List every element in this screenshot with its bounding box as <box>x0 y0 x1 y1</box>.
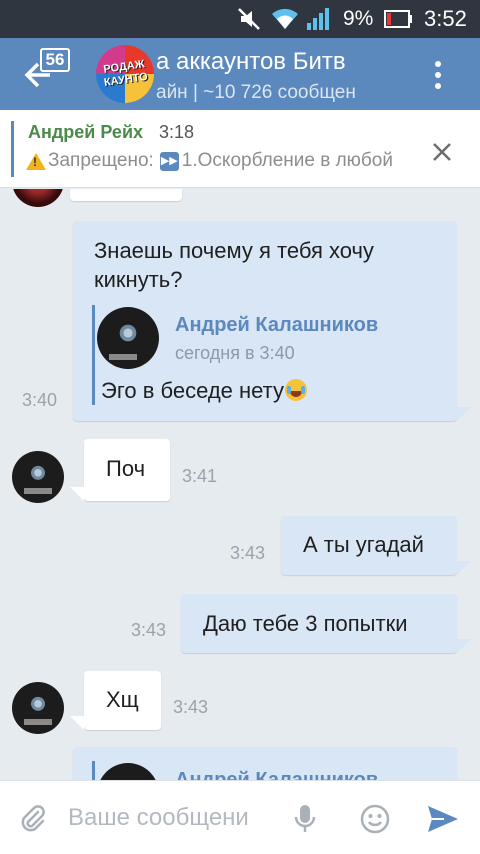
forward-avatar[interactable] <box>97 763 159 780</box>
forward-author[interactable]: Андрей Калашников <box>175 314 378 337</box>
battery-icon <box>384 0 414 38</box>
warning-icon <box>26 152 46 170</box>
forward-text: Эго в беседе нету <box>101 378 308 404</box>
wifi-icon <box>270 0 300 38</box>
chat-avatar-text: РОДАЖ КАУНТО <box>102 58 149 89</box>
pinned-text-body: 1.Оскорбление в любой <box>181 150 393 171</box>
mute-icon <box>236 0 262 38</box>
pinned-time: 3:18 <box>159 122 195 142</box>
message-bubble[interactable]: Хщ <box>84 671 161 730</box>
chat-title: а аккаунтов Битв <box>156 48 346 75</box>
avatar[interactable] <box>12 682 64 734</box>
message-text: А ты угадай <box>303 532 424 557</box>
chat-header: 56 РОДАЖ КАУНТО а аккаунтов Битв айн | ~… <box>0 38 480 110</box>
unread-badge: 56 <box>40 48 70 72</box>
message-bubble-partial <box>70 189 182 201</box>
avatar[interactable] <box>12 451 64 503</box>
message-input-bar <box>0 780 480 854</box>
message-text: Даю тебе 3 попытки <box>203 611 408 636</box>
forward-author[interactable]: Андрей Калашников <box>175 769 378 780</box>
message-bubble[interactable]: А ты угадай <box>281 516 457 575</box>
message-bubble[interactable]: Поч <box>84 439 170 501</box>
paperclip-icon[interactable] <box>17 803 49 840</box>
message-text: Знаешь почему я тебя хочу <box>94 238 374 263</box>
message-text: Хщ <box>106 687 139 712</box>
status-bar: 9% 3:52 <box>0 0 480 38</box>
chat-subtitle: айн | ~10 726 сообщен <box>156 82 356 103</box>
send-icon[interactable] <box>426 804 460 839</box>
close-icon[interactable] <box>429 139 455 165</box>
pinned-message[interactable]: Андрей Рейх 3:18 Запрещено: ▶▶ 1.Оскорбл… <box>0 110 480 188</box>
clock: 3:52 <box>424 6 467 31</box>
message-text: Поч <box>106 456 146 481</box>
message-time: 3:40 <box>22 390 58 410</box>
chat-title-area[interactable]: а аккаунтов Битв айн | ~10 726 сообщен <box>156 38 400 110</box>
emoji-icon[interactable] <box>360 804 390 839</box>
pinned-text: Запрещено: ▶▶ 1.Оскорбление в любой <box>26 148 416 174</box>
microphone-icon[interactable] <box>292 803 318 840</box>
pinned-text-prefix: Запрещено: <box>48 150 154 171</box>
pinned-author: Андрей Рейх <box>28 122 144 142</box>
message-time: 3:41 <box>182 466 218 486</box>
battery-percent: 9% <box>343 7 374 30</box>
message-bubble[interactable]: Знаешь почему я тебя хочу кикнуть? Андре… <box>73 221 457 421</box>
crying-laughing-emoji-icon <box>285 379 308 401</box>
message-list[interactable]: Знаешь почему я тебя хочу кикнуть? Андре… <box>0 189 480 780</box>
fast-forward-icon: ▶▶ <box>159 151 179 171</box>
message-text: кикнуть? <box>94 267 183 292</box>
forward-time: сегодня в 3:40 <box>175 343 295 363</box>
message-bubble[interactable]: Андрей Калашников <box>73 747 457 780</box>
more-vertical-icon[interactable] <box>430 58 446 92</box>
message-input[interactable] <box>68 799 282 837</box>
message-time: 3:43 <box>131 620 167 640</box>
chat-avatar[interactable]: РОДАЖ КАУНТО <box>96 45 154 103</box>
signal-icon <box>305 0 331 38</box>
message-time: 3:43 <box>230 543 266 563</box>
message-time: 3:43 <box>173 697 209 717</box>
message-bubble[interactable]: Даю тебе 3 попытки <box>181 594 457 653</box>
forward-avatar[interactable] <box>97 307 159 369</box>
avatar[interactable] <box>12 189 64 207</box>
